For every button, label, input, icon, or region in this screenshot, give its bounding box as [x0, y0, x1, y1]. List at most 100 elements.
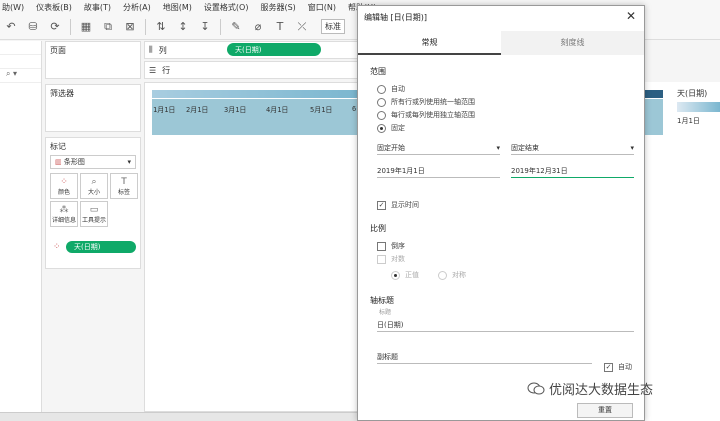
new-data-source-icon[interactable]: ⛁	[26, 20, 40, 34]
data-pane-search-row: ⌕ ▾	[0, 69, 41, 83]
dialog-title: 编辑轴 [日(日期)]	[364, 13, 428, 22]
radio-symmetric	[438, 270, 447, 280]
log-option: 对数	[377, 254, 405, 264]
range-uniform-option[interactable]: 所有行或列使用统一轴范围	[377, 97, 475, 107]
tooltip-button[interactable]: ▭ 工具提示	[80, 201, 108, 227]
axis-title-input[interactable]: 日(日期)	[377, 318, 634, 332]
positive-option: 正值	[391, 270, 419, 280]
axis-tick: 1月1日	[153, 106, 176, 114]
axis-header-strip-right	[643, 90, 663, 98]
undo-icon[interactable]: ↶	[4, 20, 18, 34]
size-label: 大小	[87, 188, 100, 196]
toolbar-divider	[220, 18, 221, 35]
fit-select[interactable]: 标准	[321, 19, 345, 34]
end-date-input[interactable]: 2019年12月31日	[511, 164, 634, 178]
show-time-checkbox[interactable]: ✓	[377, 200, 386, 210]
mark-type-select[interactable]: ▥ 条形图 ▾	[50, 155, 136, 169]
bar-chart-icon: ▥	[55, 158, 64, 166]
radio-independent[interactable]	[377, 110, 386, 120]
fixed-start-select[interactable]: 固定开始 ▾	[377, 141, 500, 155]
fixed-end-select[interactable]: 固定结束 ▾	[511, 141, 634, 155]
menu-item-window[interactable]: 助(W)	[2, 2, 24, 13]
start-date-input[interactable]: 2019年1月1日	[377, 164, 500, 178]
size-icon: ⌕	[91, 176, 97, 187]
radio-fixed[interactable]	[377, 123, 386, 133]
symmetric-label: 对称	[452, 271, 466, 279]
wechat-icon	[527, 382, 545, 394]
marks-date-pill[interactable]: 天(日期)	[66, 241, 136, 253]
highlight-icon[interactable]: ✎	[229, 20, 243, 34]
menu-item-analysis[interactable]: 分析(A)	[123, 2, 151, 13]
range-independent-option[interactable]: 每行或每列使用独立轴范围	[377, 110, 475, 120]
fixed-start-label: 固定开始	[377, 143, 405, 152]
pages-card: 页面	[45, 41, 141, 79]
log-label: 对数	[391, 255, 405, 263]
close-icon[interactable]: ✕	[626, 9, 636, 23]
show-time-option[interactable]: ✓ 显示时间	[377, 200, 419, 210]
detail-button[interactable]: ⁂ 详细信息	[50, 201, 78, 227]
range-section-title: 范围	[370, 67, 386, 76]
menu-item-window-2[interactable]: 窗口(N)	[308, 2, 336, 13]
menu-item-server[interactable]: 服务器(S)	[260, 2, 295, 13]
reverse-checkbox[interactable]	[377, 241, 386, 251]
rows-shelf[interactable]: ☰ 行	[144, 61, 364, 79]
tooltip-icon: ▭	[89, 204, 99, 215]
data-pane-row	[0, 55, 41, 69]
reverse-option[interactable]: 倒序	[377, 241, 405, 251]
color-dots-icon: ⁘	[60, 176, 68, 187]
subtitle-input[interactable]: 副标题	[377, 350, 592, 364]
clear-sheet-icon[interactable]: ⊠	[123, 20, 137, 34]
legend-title: 天(日期)	[677, 89, 708, 98]
columns-icon: ⫼	[149, 45, 153, 54]
refresh-icon[interactable]: ⟳	[48, 20, 62, 34]
menu-item-story[interactable]: 故事(T)	[84, 2, 111, 13]
radio-auto[interactable]	[377, 84, 386, 94]
toolbar-divider	[145, 18, 146, 35]
auto-subtitle-checkbox[interactable]: ✓	[604, 362, 613, 372]
sort-descending-icon[interactable]: ↧	[198, 20, 212, 34]
axis-tick: 3月1日	[224, 106, 247, 114]
new-worksheet-icon[interactable]: ▦	[79, 20, 93, 34]
auto-subtitle-label: 自动	[618, 363, 632, 371]
rows-icon: ☰	[149, 65, 157, 75]
range-fixed-option[interactable]: 固定	[377, 123, 405, 133]
attach-icon[interactable]: ⌀	[251, 20, 265, 34]
scale-section-title: 比例	[370, 224, 386, 233]
range-auto-option[interactable]: 自动	[377, 84, 405, 94]
columns-label: 列	[158, 45, 167, 55]
legend-label: 1月1日	[677, 117, 700, 125]
columns-date-pill[interactable]: 天(日期)	[227, 43, 321, 56]
menu-item-dashboard[interactable]: 仪表板(B)	[36, 2, 72, 13]
radio-uniform[interactable]	[377, 97, 386, 107]
swap-icon[interactable]: ⇅	[154, 20, 168, 34]
color-button[interactable]: ⁘ 颜色	[50, 173, 78, 199]
tab-tick-marks[interactable]: 刻度线	[501, 31, 644, 55]
auto-subtitle-option[interactable]: ✓ 自动	[604, 362, 632, 372]
menu-item-format[interactable]: 设置格式(O)	[204, 2, 249, 13]
sort-ascending-icon[interactable]: ↕	[176, 20, 190, 34]
pages-title: 页面	[50, 46, 66, 55]
reset-button[interactable]: 重置	[577, 403, 633, 418]
color-label: 颜色	[57, 188, 70, 196]
watermark: 优阅达大数据生态	[527, 379, 653, 398]
axis-title-section-title: 轴标题	[370, 296, 394, 305]
tooltip-label: 工具提示	[81, 216, 106, 224]
tab-general[interactable]: 常规	[358, 31, 501, 55]
range-fixed-label: 固定	[391, 124, 405, 132]
mark-type-value: ▥ 条形图	[55, 157, 85, 167]
text-label-icon[interactable]: T	[273, 20, 287, 34]
size-button[interactable]: ⌕ 大小	[80, 173, 108, 199]
marks-card: 标记 ▥ 条形图 ▾ ⁘ 颜色 ⌕ 大小 T 标签 ⁂ 详细信息 ▭ 工具提示 …	[45, 137, 141, 269]
chevron-down-icon: ▾	[127, 158, 131, 166]
menu-item-map[interactable]: 地图(M)	[163, 2, 192, 13]
label-button[interactable]: T 标签	[110, 173, 138, 199]
edit-axis-dialog: 编辑轴 [日(日期)] ✕ 常规 刻度线 范围 自动 所有行或列使用统一轴范围 …	[357, 5, 645, 421]
detail-icon: ⁂	[59, 204, 69, 215]
duplicate-sheet-icon[interactable]: ⧉	[101, 20, 115, 34]
label-label: 标签	[117, 188, 130, 196]
dialog-tabs: 常规 刻度线	[358, 31, 644, 55]
fix-axes-icon[interactable]: ⤫	[295, 20, 309, 34]
radio-positive	[391, 270, 400, 280]
sheet-tabs-bar	[0, 412, 357, 421]
bar-band-right	[643, 99, 663, 135]
